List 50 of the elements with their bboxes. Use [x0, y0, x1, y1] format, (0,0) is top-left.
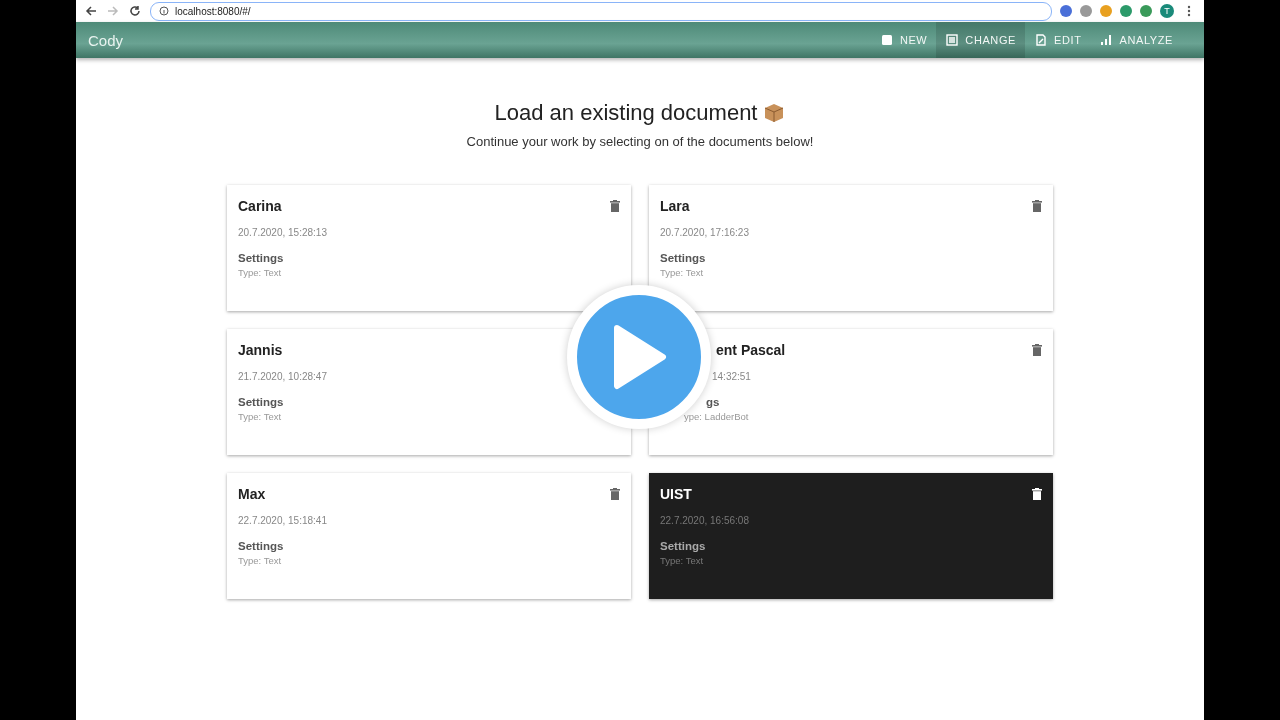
document-date: 14:32:51: [712, 371, 752, 382]
document-name: UIST: [660, 486, 692, 502]
extension-icon[interactable]: [1120, 5, 1132, 17]
page-heading: Load an existing document: [494, 100, 758, 126]
document-name: Max: [238, 486, 266, 502]
document-card[interactable]: ent Pascal 14:32:51 gs ype: LadderBot: [649, 329, 1053, 455]
document-name: Jannis: [238, 342, 283, 358]
page-subheading: Continue your work by selecting on of the documents below!: [466, 134, 814, 149]
address-bar[interactable]: localhost:8080/#/: [150, 1, 1052, 21]
document-date: 20.7.2020, 15:28:13: [238, 227, 328, 238]
list-icon: [945, 33, 960, 47]
document-type: Type: Text: [238, 411, 283, 422]
document-type: Type: Text: [660, 555, 705, 566]
bar-chart-icon: [1099, 33, 1114, 47]
document-card[interactable]: Lara 20.7.2020, 17:16:23 Settings Type: Text: [649, 185, 1053, 311]
document-date: 20.7.2020, 17:16:23: [660, 227, 750, 238]
url-text: localhost:8080/#/: [175, 5, 251, 17]
extension-icon[interactable]: [1140, 5, 1152, 17]
back-icon[interactable]: [84, 4, 98, 18]
trash-icon[interactable]: [1032, 488, 1042, 500]
extension-icon[interactable]: [1060, 5, 1072, 17]
document-card[interactable]: UIST 22.7.2020, 16:56:08 Settings Type: Text: [649, 473, 1053, 599]
settings-label: Settings: [238, 396, 285, 408]
nav-button[interactable]: CHANGE: [936, 22, 1025, 58]
edit-icon: [1034, 33, 1048, 47]
info-icon: [159, 6, 169, 16]
document-type: ype: LadderBot: [684, 411, 750, 422]
settings-label: Settings: [238, 252, 285, 264]
document-date: 22.7.2020, 16:56:08: [660, 515, 750, 526]
profile-avatar[interactable]: T: [1160, 4, 1174, 18]
settings-label: Settings: [660, 252, 707, 264]
document-date: 21.7.2020, 10:28:47: [238, 371, 328, 382]
document-card[interactable]: Carina 20.7.2020, 15:28:13 Settings Type: Text: [227, 185, 631, 311]
document-name: ent Pascal: [716, 342, 786, 358]
document-type: Type: Text: [660, 267, 705, 278]
reload-icon[interactable]: [128, 4, 142, 18]
extension-icon[interactable]: [1080, 5, 1092, 17]
document-type: Type: Text: [238, 555, 283, 566]
play-icon: [611, 324, 667, 390]
document-name: Carina: [238, 198, 282, 214]
document-date: 22.7.2020, 15:18:41: [238, 515, 328, 526]
settings-label: gs: [706, 396, 721, 408]
document-type: Type: Text: [238, 267, 283, 278]
plus-icon: [879, 33, 894, 47]
document-name: Lara: [660, 198, 690, 214]
settings-label: Settings: [660, 540, 707, 552]
app-title: Cody: [88, 31, 125, 49]
settings-label: Settings: [238, 540, 285, 552]
document-card[interactable]: Max 22.7.2020, 15:18:41 Settings Type: Text: [227, 473, 631, 599]
package-icon: [763, 102, 786, 124]
